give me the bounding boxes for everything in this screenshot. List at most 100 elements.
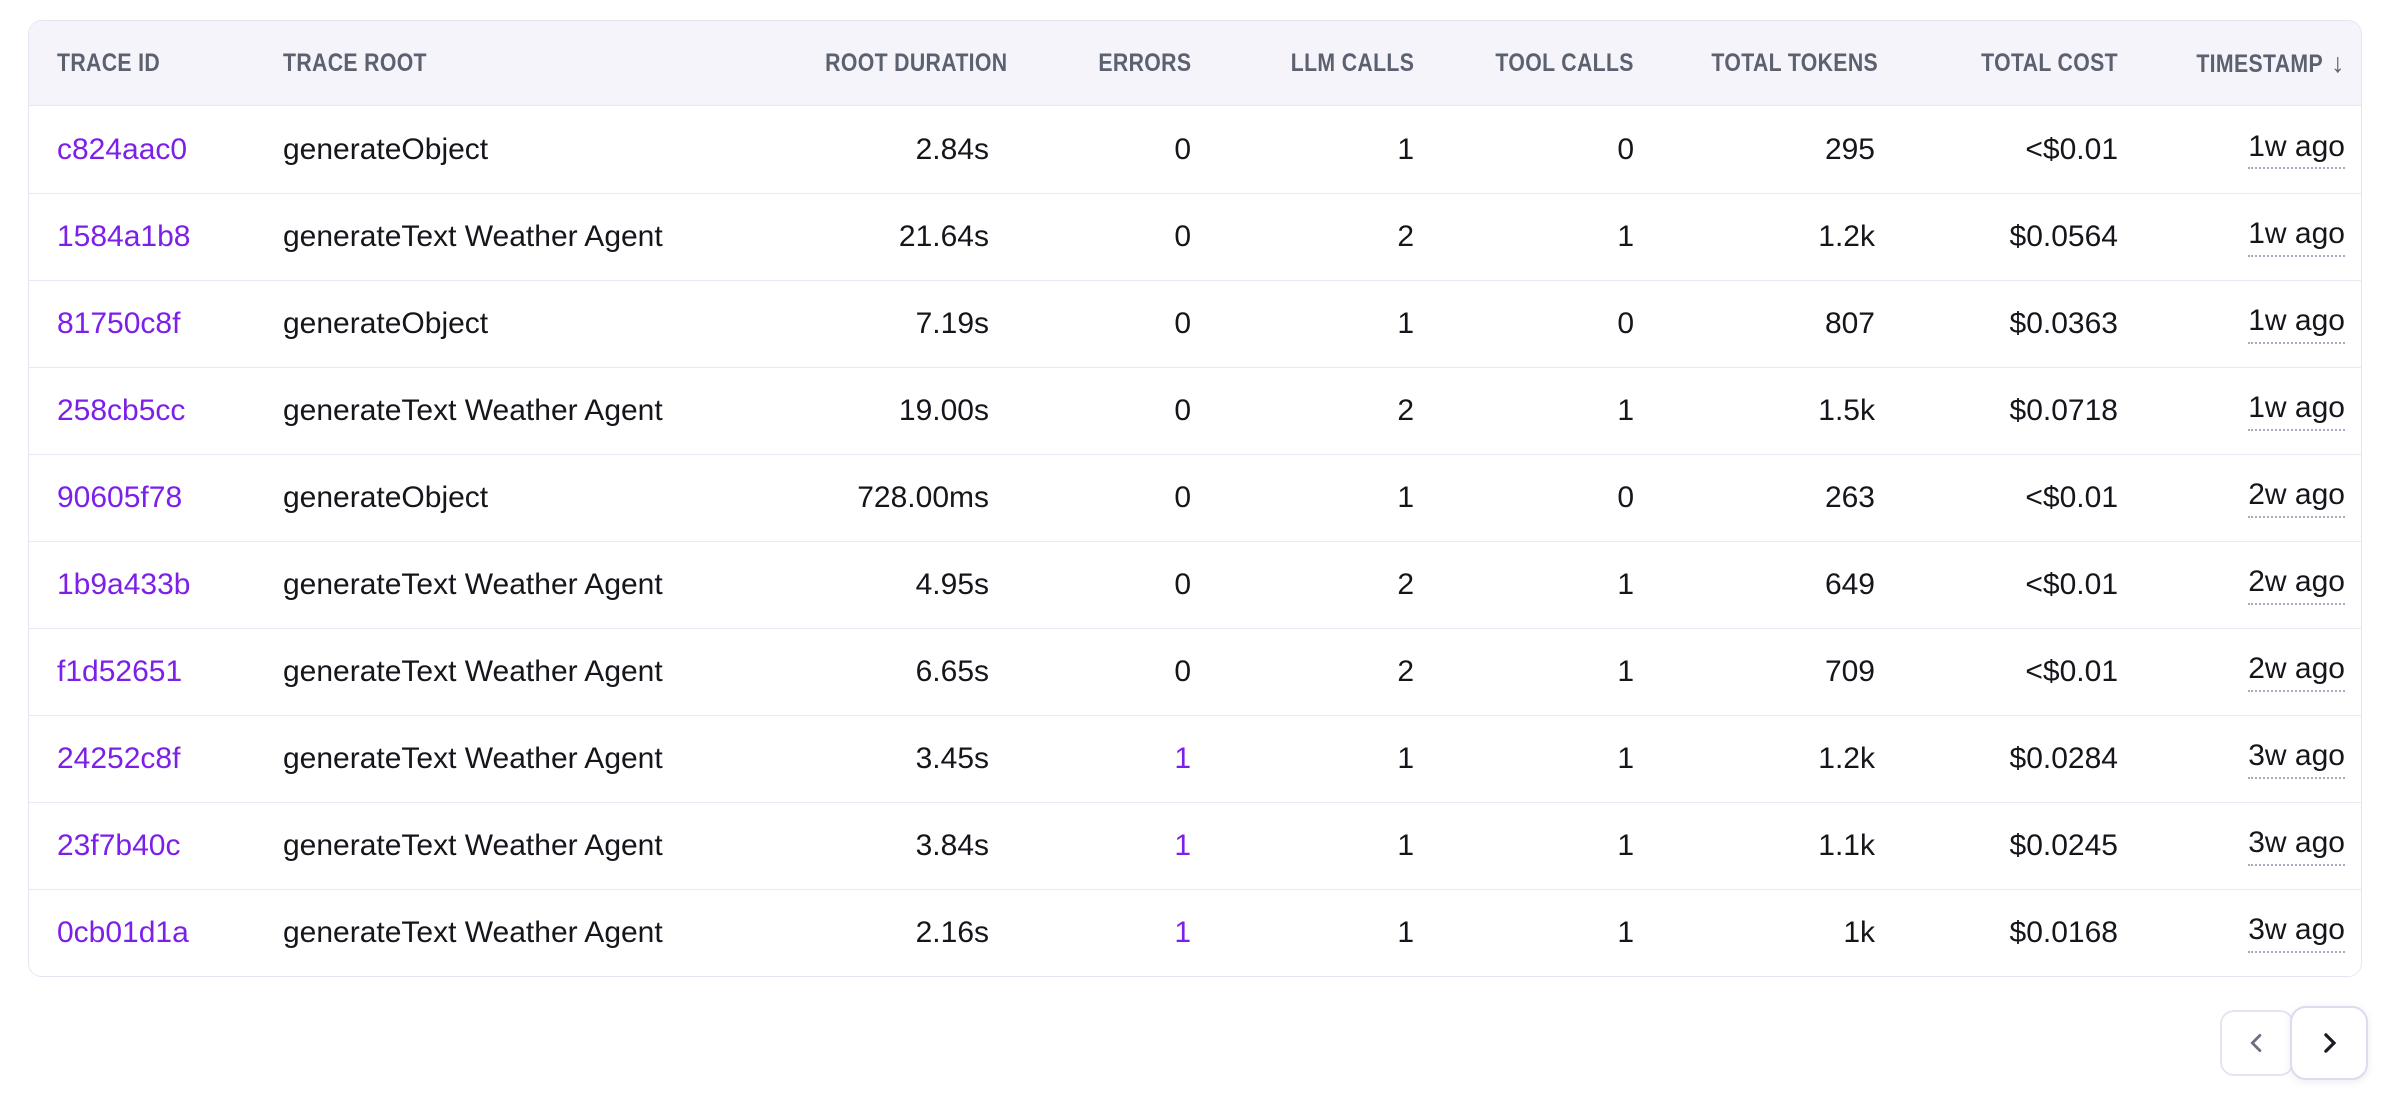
table-row[interactable]: 1b9a433bgenerateText Weather Agent4.95s0… bbox=[29, 541, 2362, 628]
column-header-root_duration[interactable]: ROOT DURATION bbox=[769, 21, 1013, 106]
cell-total_tokens: 295 bbox=[1658, 106, 1899, 193]
column-header-label: ERRORS bbox=[1098, 49, 1191, 78]
tool-calls-value: 1 bbox=[1617, 220, 1634, 253]
errors-value: 0 bbox=[1174, 481, 1191, 514]
trace-id-link[interactable]: 24252c8f bbox=[57, 742, 180, 775]
cell-llm_calls: 1 bbox=[1215, 889, 1438, 976]
root-duration-value: 2.84s bbox=[916, 133, 989, 166]
trace-id-link[interactable]: 1b9a433b bbox=[57, 568, 190, 601]
tool-calls-value: 0 bbox=[1617, 481, 1634, 514]
cell-total_cost: $0.0168 bbox=[1899, 889, 2142, 976]
table-row[interactable]: 258cb5ccgenerateText Weather Agent19.00s… bbox=[29, 367, 2362, 454]
trace-id-link[interactable]: 90605f78 bbox=[57, 481, 182, 514]
table-row[interactable]: 90605f78generateObject728.00ms010263<$0.… bbox=[29, 454, 2362, 541]
total-cost-value: <$0.01 bbox=[2025, 481, 2118, 514]
cell-llm_calls: 1 bbox=[1215, 454, 1438, 541]
total-tokens-value: 1.5k bbox=[1818, 394, 1875, 427]
cell-total_tokens: 649 bbox=[1658, 541, 1899, 628]
llm-calls-value: 2 bbox=[1397, 220, 1414, 253]
column-header-total_tokens[interactable]: TOTAL TOKENS bbox=[1658, 21, 1899, 106]
timestamp-value: 1w ago bbox=[2248, 130, 2345, 170]
timestamp-value: 3w ago bbox=[2248, 913, 2345, 953]
trace-id-link[interactable]: c824aac0 bbox=[57, 133, 187, 166]
cell-total_cost: $0.0363 bbox=[1899, 280, 2142, 367]
cell-errors: 0 bbox=[1013, 628, 1215, 715]
column-header-tool_calls[interactable]: TOOL CALLS bbox=[1438, 21, 1658, 106]
tool-calls-value: 0 bbox=[1617, 133, 1634, 166]
trace-id-link[interactable]: 258cb5cc bbox=[57, 394, 185, 427]
root-duration-value: 19.00s bbox=[899, 394, 989, 427]
column-header-timestamp[interactable]: TIMESTAMP↓ bbox=[2142, 21, 2362, 106]
cell-trace_root: generateObject bbox=[259, 280, 769, 367]
table-row[interactable]: 24252c8fgenerateText Weather Agent3.45s1… bbox=[29, 715, 2362, 802]
total-tokens-value: 807 bbox=[1825, 307, 1875, 340]
column-header-label: TIMESTAMP bbox=[2196, 50, 2323, 79]
trace-root-value: generateObject bbox=[283, 481, 488, 514]
cell-llm_calls: 2 bbox=[1215, 367, 1438, 454]
cell-tool_calls: 1 bbox=[1438, 802, 1658, 889]
cell-total_cost: <$0.01 bbox=[1899, 628, 2142, 715]
total-tokens-value: 1.1k bbox=[1818, 829, 1875, 862]
table-row[interactable]: c824aac0generateObject2.84s010295<$0.011… bbox=[29, 106, 2362, 193]
cell-total_tokens: 1.5k bbox=[1658, 367, 1899, 454]
total-tokens-value: 1.2k bbox=[1818, 742, 1875, 775]
trace-id-link[interactable]: 0cb01d1a bbox=[57, 916, 189, 949]
tool-calls-value: 1 bbox=[1617, 568, 1634, 601]
cell-trace_root: generateObject bbox=[259, 454, 769, 541]
next-page-button[interactable] bbox=[2290, 1006, 2368, 1080]
trace-root-value: generateObject bbox=[283, 133, 488, 166]
cell-timestamp: 2w ago bbox=[2142, 454, 2362, 541]
prev-page-button[interactable] bbox=[2220, 1010, 2294, 1076]
cell-trace_id: 24252c8f bbox=[29, 715, 259, 802]
table-header-row: TRACE ID TRACE ROOTROOT DURATION ERRORS LLM… bbox=[29, 21, 2362, 106]
cell-llm_calls: 2 bbox=[1215, 193, 1438, 280]
total-cost-value: $0.0245 bbox=[2010, 829, 2118, 862]
tool-calls-value: 1 bbox=[1617, 829, 1634, 862]
trace-id-link[interactable]: 23f7b40c bbox=[57, 829, 180, 862]
cell-trace_root: generateText Weather Agent bbox=[259, 193, 769, 280]
table-row[interactable]: 23f7b40c generateText Weather Agent 3.84s 1… bbox=[29, 802, 2362, 889]
cell-total_tokens: 1.2k bbox=[1658, 715, 1899, 802]
cell-trace_root: generateText Weather Agent bbox=[259, 541, 769, 628]
cell-timestamp: 2w ago bbox=[2142, 541, 2362, 628]
column-header-label: TRACE ID bbox=[57, 49, 160, 78]
table-row[interactable]: f1d52651 generateText Weather Agent 6.65s 0… bbox=[29, 628, 2362, 715]
column-header-llm_calls[interactable]: LLM CALLS bbox=[1215, 21, 1438, 106]
cell-trace_root: generateText Weather Agent bbox=[259, 889, 769, 976]
root-duration-value: 3.84s bbox=[916, 829, 989, 862]
cell-total_tokens: 1.2k bbox=[1658, 193, 1899, 280]
trace-id-link[interactable]: f1d52651 bbox=[57, 655, 182, 688]
total-cost-value: $0.0284 bbox=[2010, 742, 2118, 775]
errors-value: 0 bbox=[1174, 568, 1191, 601]
cell-llm_calls: 1 bbox=[1215, 280, 1438, 367]
cell-llm_calls: 1 bbox=[1215, 106, 1438, 193]
cell-timestamp: 3w ago bbox=[2142, 802, 2362, 889]
column-header-total_cost[interactable]: TOTAL COST bbox=[1899, 21, 2142, 106]
total-cost-value: <$0.01 bbox=[2025, 568, 2118, 601]
timestamp-value: 2w ago bbox=[2248, 565, 2345, 605]
cell-tool_calls: 0 bbox=[1438, 106, 1658, 193]
table-row[interactable]: 1584a1b8 generateText Weather Agent 21.64s… bbox=[29, 193, 2362, 280]
timestamp-value: 2w ago bbox=[2248, 652, 2345, 692]
table-row[interactable]: 81750c8fgenerateObject7.19s010807$0.0363… bbox=[29, 280, 2362, 367]
trace-id-link[interactable]: 1584a1b8 bbox=[57, 220, 190, 253]
timestamp-value: 3w ago bbox=[2248, 826, 2345, 866]
trace-root-value: generateText Weather Agent bbox=[283, 220, 663, 253]
cell-total_tokens: 709 bbox=[1658, 628, 1899, 715]
column-header-trace_id[interactable]: TRACE ID bbox=[29, 21, 259, 106]
cell-errors: 0 bbox=[1013, 193, 1215, 280]
column-header-errors[interactable]: ERRORS bbox=[1013, 21, 1215, 106]
trace-root-value: generateText Weather Agent bbox=[283, 829, 663, 862]
root-duration-value: 6.65s bbox=[916, 655, 989, 688]
table-row[interactable]: 0cb01d1agenerateText Weather Agent2.16s1… bbox=[29, 889, 2362, 976]
cell-root_duration: 3.84s bbox=[769, 802, 1013, 889]
trace-id-link[interactable]: 81750c8f bbox=[57, 307, 180, 340]
tool-calls-value: 1 bbox=[1617, 394, 1634, 427]
llm-calls-value: 1 bbox=[1397, 133, 1414, 166]
llm-calls-value: 1 bbox=[1397, 916, 1414, 949]
cell-trace_root: generateText Weather Agent bbox=[259, 628, 769, 715]
column-header-trace_root[interactable]: TRACE ROOT bbox=[259, 21, 769, 106]
root-duration-value: 21.64s bbox=[899, 220, 989, 253]
cell-errors: 1 bbox=[1013, 802, 1215, 889]
cell-timestamp: 3w ago bbox=[2142, 889, 2362, 976]
